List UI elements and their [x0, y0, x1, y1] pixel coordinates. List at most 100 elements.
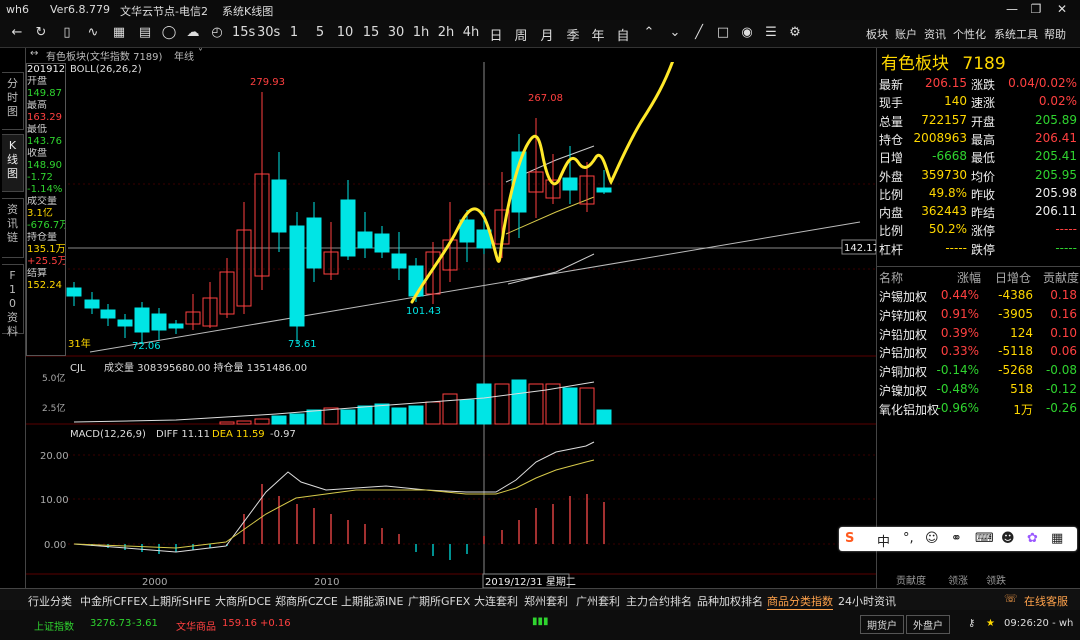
close-icon[interactable]: ✕ — [1052, 2, 1072, 18]
menu-help[interactable]: 帮助 — [1044, 26, 1066, 42]
lock-icon[interactable]: ⚷ — [968, 618, 975, 629]
period-week[interactable]: 周 — [513, 25, 529, 44]
ohlc-settle-label: 结算 — [27, 268, 47, 279]
tab-commodity-index[interactable]: 商品分类指数 — [767, 593, 833, 610]
period-15s[interactable]: 15s — [232, 25, 255, 43]
ime-lang-label[interactable]: 中 — [877, 531, 890, 550]
candlestick-icon[interactable]: ▯ — [58, 25, 76, 43]
ring-icon[interactable]: ◯ — [160, 25, 178, 43]
sector-row[interactable]: 沪锡加权 0.44% -4386 0.18 — [877, 286, 1080, 305]
cloud-icon[interactable]: ☁ — [184, 25, 202, 43]
menu-sector[interactable]: 板块 — [866, 26, 888, 42]
tab-czce[interactable]: 郑商所CZCE — [275, 593, 338, 609]
futures-account-button[interactable]: 期货户 — [860, 615, 904, 634]
tab-weighted-rank[interactable]: 品种加权排名 — [697, 593, 763, 609]
grid-icon[interactable]: ▦ — [110, 25, 128, 43]
period-month[interactable]: 月 — [539, 25, 555, 44]
sector-row[interactable]: 氧化铝加权 -0.96% 1万 -0.26 — [877, 399, 1080, 418]
chevron-down-icon[interactable]: ⌄ — [666, 25, 684, 43]
tab-shfe[interactable]: 上期所SHFE — [149, 593, 211, 609]
ime-mic-icon[interactable]: ⚭ — [951, 531, 962, 546]
minimize-icon[interactable]: — — [1002, 2, 1022, 18]
candle-body — [596, 187, 612, 193]
tab-zhengzhou-arb[interactable]: 郑州套利 — [524, 593, 568, 609]
sector-row[interactable]: 沪锌加权 0.91% -3905 0.16 — [877, 305, 1080, 324]
circle-dot-icon[interactable]: ◉ — [738, 25, 756, 43]
restore-icon[interactable]: ❐ — [1026, 2, 1046, 18]
status-idx1-val: 3276.73 — [90, 618, 132, 629]
kline-chart-svg[interactable]: BOLL(26,26,2) 279.93 267.08 101.43 73.61… — [26, 62, 876, 588]
draw-line-icon[interactable]: ╱ — [690, 25, 708, 43]
ime-user-icon[interactable]: ☻ — [1001, 531, 1015, 546]
menu-news[interactable]: 资讯 — [924, 26, 946, 42]
ime-menu-icon[interactable]: ▦ — [1051, 531, 1063, 546]
rectangle-icon[interactable]: □ — [714, 25, 732, 43]
macd-diff-line — [73, 441, 595, 553]
layers-icon[interactable]: ▤ — [136, 25, 154, 43]
list-icon[interactable]: ☰ — [762, 25, 780, 43]
tab-contrib[interactable]: 贡献度 — [896, 572, 926, 587]
menu-account[interactable]: 账户 — [895, 26, 917, 42]
tab-industry[interactable]: 行业分类 — [28, 593, 72, 609]
period-1[interactable]: 1 — [287, 25, 301, 43]
period-day[interactable]: 日 — [488, 25, 504, 44]
sector-row[interactable]: 沪镍加权 -0.48% 518 -0.12 — [877, 380, 1080, 399]
bell-icon[interactable]: ★ — [986, 618, 995, 629]
tab-24h-news[interactable]: 24小时资讯 — [838, 593, 896, 609]
chevron-up-icon[interactable]: ⌃ — [640, 25, 658, 43]
tab-ine[interactable]: 上期能源INE — [341, 593, 403, 609]
tab-f10[interactable]: F10资料 — [2, 264, 24, 338]
ime-toolbar[interactable]: S 中 °, ☺ ⚭ ⌨ ☻ ✿ ▦ — [839, 527, 1077, 551]
sector-row[interactable]: 沪铝加权 0.33% -5118 0.06 — [877, 342, 1080, 361]
menu-system-tools[interactable]: 系统工具 — [994, 26, 1038, 42]
sector-contrib: 0.18 — [1050, 288, 1077, 302]
headset-icon[interactable]: ☏ — [1004, 592, 1018, 605]
period-5[interactable]: 5 — [313, 25, 327, 43]
period-1h[interactable]: 1h — [412, 25, 430, 43]
period-2h[interactable]: 2h — [437, 25, 455, 43]
ime-emoji-icon[interactable]: ☺ — [925, 531, 939, 546]
tab-kline[interactable]: K线图 — [2, 134, 24, 192]
dropdown-icon[interactable]: ˅ — [198, 48, 203, 59]
sector-chg: 0.44% — [940, 288, 979, 302]
line-chart-icon[interactable]: ∿ — [84, 25, 102, 43]
period-custom[interactable]: 自 — [615, 25, 631, 44]
foreign-account-button[interactable]: 外盘户 — [906, 615, 950, 634]
volume-bar — [442, 393, 458, 425]
period-quarter[interactable]: 季 — [565, 25, 581, 44]
period-30[interactable]: 30 — [387, 25, 405, 43]
period-15[interactable]: 15 — [362, 25, 380, 43]
ime-keyboard-icon[interactable]: ⌨ — [975, 531, 994, 546]
tab-cffex[interactable]: 中金所CFFEX — [80, 593, 148, 609]
tab-dce[interactable]: 大商所DCE — [215, 593, 271, 609]
chart-area[interactable]: ↔ 有色板块(文华指数 7189) 年线 ˅ BOLL(26,26,2) 279… — [26, 48, 876, 588]
ime-punct-icon[interactable]: °, — [903, 531, 914, 546]
period-30s[interactable]: 30s — [257, 25, 280, 43]
sector-row[interactable]: 沪铜加权 -0.14% -5268 -0.08 — [877, 361, 1080, 380]
online-service[interactable]: 在线客服 — [1024, 593, 1068, 609]
back-arrow-icon[interactable]: ← — [8, 25, 26, 43]
clock-icon[interactable]: ◴ — [208, 25, 226, 43]
candle-body — [306, 217, 322, 269]
sector-name: 沪铝加权 — [879, 346, 928, 361]
menu-personalize[interactable]: 个性化 — [953, 26, 986, 42]
period-year[interactable]: 年 — [590, 25, 606, 44]
tab-guangzhou-arb[interactable]: 广州套利 — [576, 593, 620, 609]
arrows-icon[interactable]: ↔ — [30, 48, 38, 59]
period-10[interactable]: 10 — [336, 25, 354, 43]
ime-skin-icon[interactable]: ✿ — [1027, 531, 1038, 546]
tab-gfex[interactable]: 广期所GFEX — [408, 593, 470, 609]
period-4h[interactable]: 4h — [462, 25, 480, 43]
settings-icon[interactable]: ⚙ — [786, 25, 804, 43]
ime-logo-icon[interactable]: S — [845, 531, 854, 546]
tab-dalian-arb[interactable]: 大连套利 — [474, 593, 518, 609]
tab-intraday[interactable]: 分时图 — [2, 72, 24, 130]
tab-main-contract-rank[interactable]: 主力合约排名 — [626, 593, 692, 609]
tab-lead-up[interactable]: 领涨 — [948, 572, 968, 587]
period-select[interactable]: 年线 — [174, 48, 194, 63]
sector-row[interactable]: 沪铅加权 0.39% 124 0.10 — [877, 324, 1080, 343]
quote-label-2: 昨结 — [971, 206, 996, 221]
tab-lead-down[interactable]: 领跌 — [986, 572, 1006, 587]
tab-news-chain[interactable]: 资讯链 — [2, 198, 24, 258]
refresh-icon[interactable]: ↻ — [32, 25, 50, 43]
